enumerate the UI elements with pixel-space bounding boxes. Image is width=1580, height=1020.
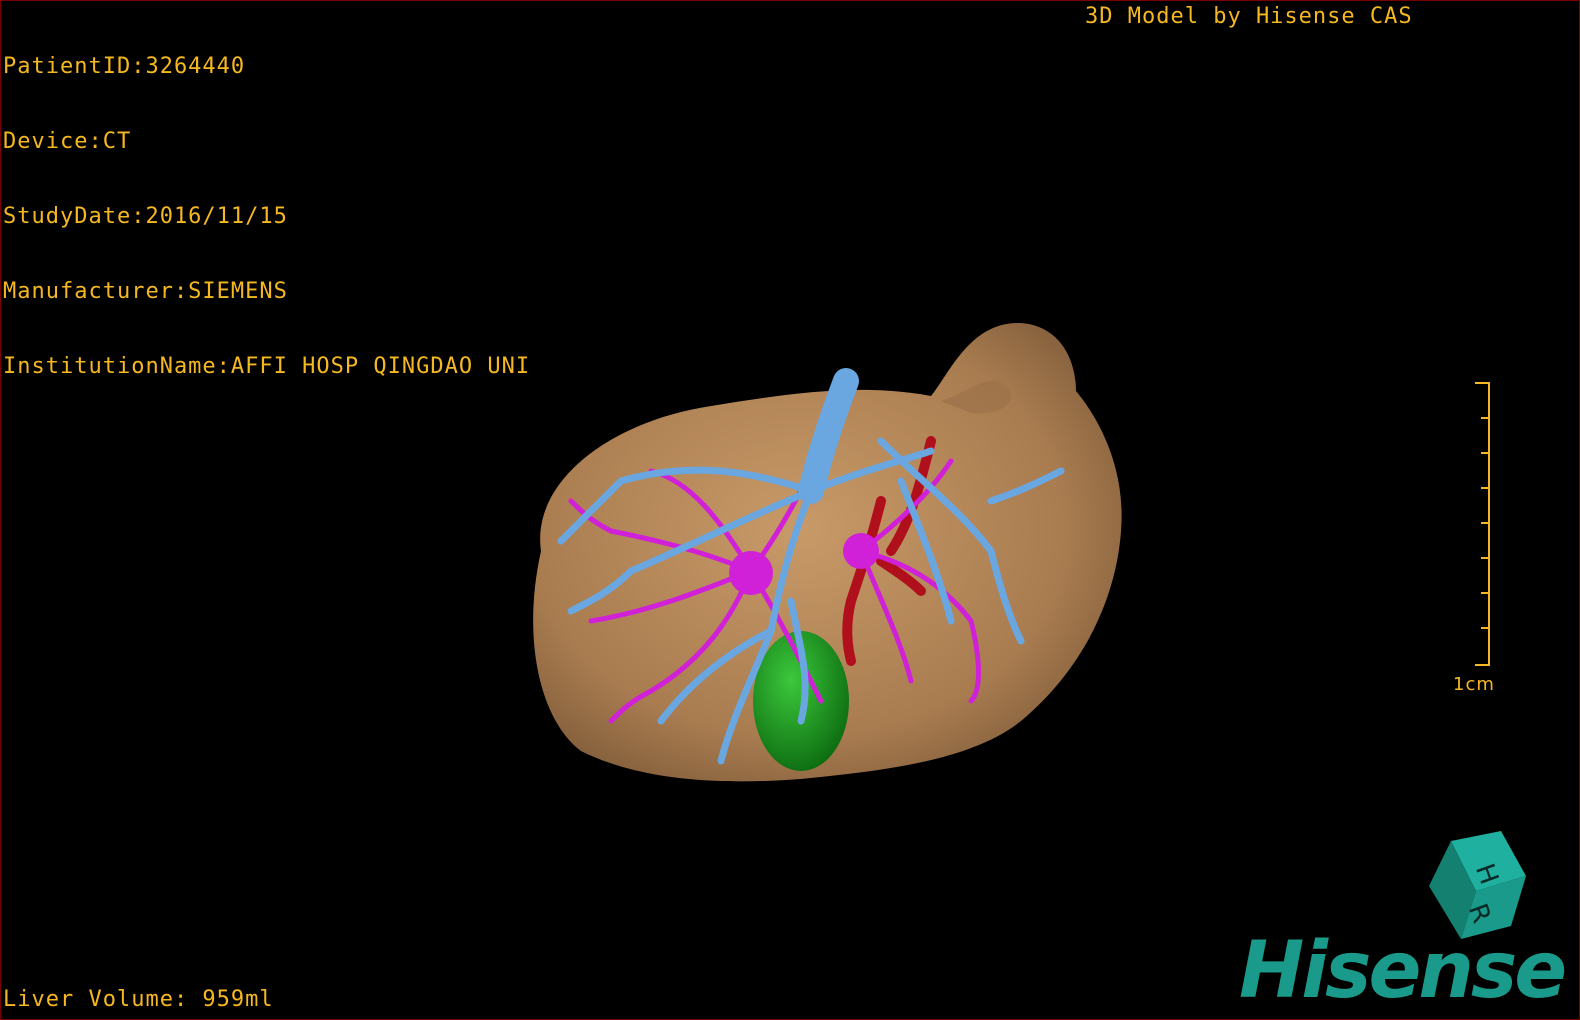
study-date-text: StudyDate:2016/11/15 [3,204,288,229]
patient-id-text: PatientID:3264440 [3,54,246,79]
scale-bar [1475,382,1490,666]
dicom-info-block: PatientID:3264440 Device:CT StudyDate:20… [3,4,530,429]
institution-text: InstitutionName:AFFI HOSP QINGDAO UNI [3,354,531,379]
liver-3d-model[interactable] [501,301,1141,821]
scale-label: 1cm [1453,674,1495,695]
manufacturer-text: Manufacturer:SIEMENS [3,279,288,304]
3d-viewport[interactable]: PatientID:3264440 Device:CT StudyDate:20… [0,0,1580,1020]
device-text: Device:CT [3,129,132,154]
hisense-logo: Hisense [1239,926,1567,1016]
liver-volume-text: Liver Volume: 959ml [3,987,274,1012]
orientation-cube-icon[interactable]: H R [1421,831,1531,941]
model-title: 3D Model by Hisense CAS [1085,4,1413,29]
